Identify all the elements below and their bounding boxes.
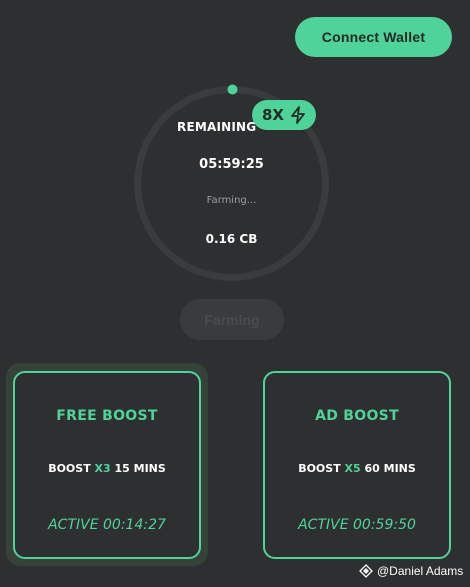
- boost-title: AD BOOST: [315, 408, 399, 424]
- ad-boost-card[interactable]: AD BOOST BOOST X5 60 MINS ACTIVE 00:59:5…: [263, 371, 451, 559]
- farming-status-text: Farming...: [206, 195, 257, 206]
- remaining-time-value: 05:59:25: [199, 157, 264, 172]
- boost-detail: BOOST X3 15 MINS: [48, 462, 166, 475]
- boost-active-timer: ACTIVE 00:14:27: [48, 517, 166, 533]
- free-boost-card[interactable]: FREE BOOST BOOST X3 15 MINS ACTIVE 00:14…: [13, 371, 201, 559]
- farmed-amount: 0.16 CB: [205, 232, 258, 246]
- connect-wallet-button[interactable]: Connect Wallet: [295, 17, 452, 57]
- multiplier-badge: 8X: [252, 100, 316, 130]
- multiplier-value: 8X: [261, 106, 284, 124]
- remaining-time-label: REMAINING TIME: [177, 120, 257, 134]
- watermark: @Daniel Adams: [359, 562, 463, 580]
- farming-button[interactable]: Farming: [180, 299, 284, 340]
- boost-title: FREE BOOST: [56, 408, 158, 424]
- sparkle-diamond-icon: [359, 564, 373, 578]
- watermark-text: @Daniel Adams: [377, 564, 464, 578]
- boost-active-timer: ACTIVE 00:59:50: [298, 517, 416, 533]
- boost-multiplier: X3: [94, 462, 111, 475]
- lightning-bolt-icon: [291, 106, 305, 124]
- boost-detail: BOOST X5 60 MINS: [298, 462, 416, 475]
- boost-multiplier: X5: [344, 462, 361, 475]
